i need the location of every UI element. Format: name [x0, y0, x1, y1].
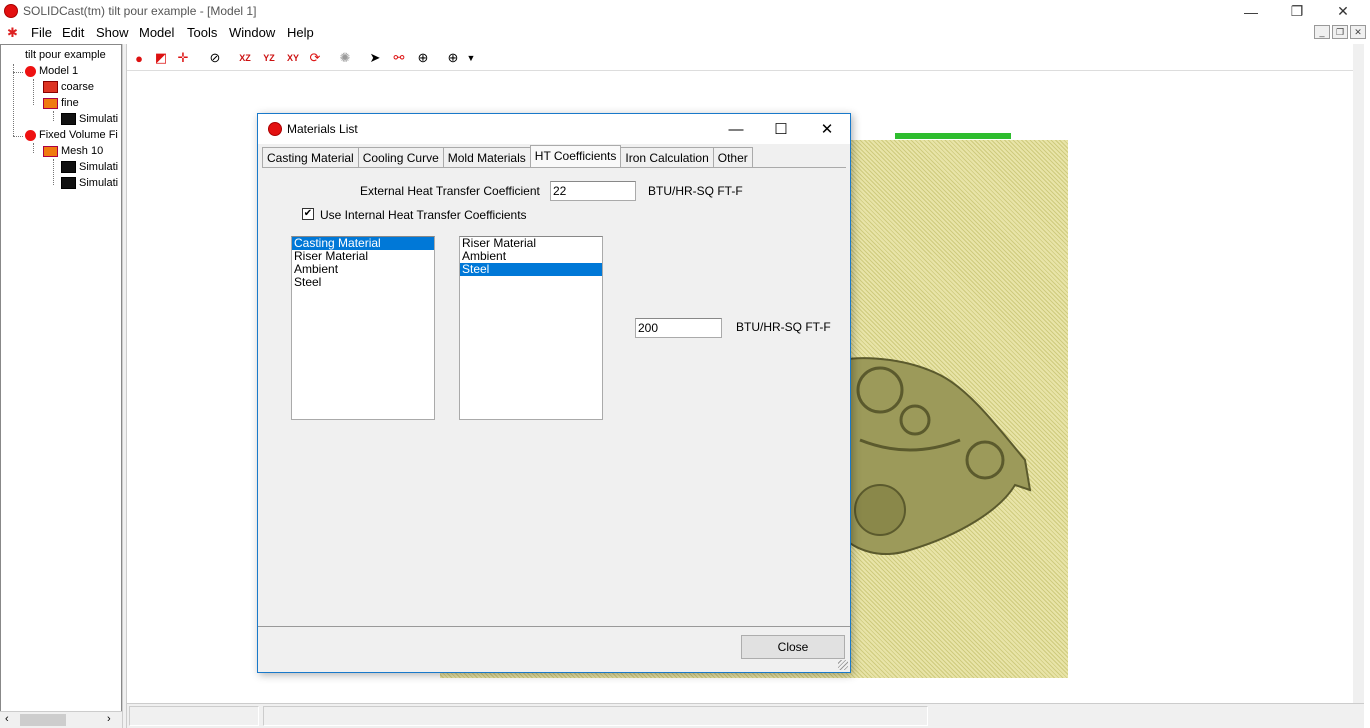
pair-htc-input[interactable]: [635, 318, 722, 338]
chevron-down-icon[interactable]: ▼: [462, 49, 480, 67]
tab-mold-materials[interactable]: Mold Materials: [442, 147, 531, 167]
model-icon: [25, 65, 36, 77]
list-item[interactable]: Steel: [292, 276, 434, 289]
materials-list-dialog: Materials List — ☐ ✕ Casting Material Co…: [257, 113, 851, 673]
mdi-restore-button[interactable]: ❐: [1332, 25, 1348, 39]
tree-label: Mesh 10: [61, 145, 104, 157]
resize-grip-icon[interactable]: [838, 660, 848, 670]
tab-ht-coefficients[interactable]: HT Coefficients: [529, 145, 622, 167]
tab-other[interactable]: Other: [712, 147, 753, 167]
tree-item-coarse[interactable]: coarse: [43, 81, 94, 93]
menu-bar: ✱ File Edit Show Model Tools Window Help: [0, 23, 1370, 42]
list-item[interactable]: Steel: [460, 263, 602, 276]
tab-iron-calculation[interactable]: Iron Calculation: [620, 147, 714, 167]
simulation-icon: [61, 161, 76, 173]
menu-model[interactable]: Model: [139, 25, 174, 40]
mesh-icon: [43, 81, 58, 93]
tree-label: Model 1: [39, 65, 79, 77]
dialog-tabs: Casting Material Cooling Curve Mold Mate…: [262, 145, 753, 167]
status-bar: [127, 703, 1364, 728]
menu-file[interactable]: File: [31, 25, 52, 40]
dialog-title-bar[interactable]: Materials List — ☐ ✕: [258, 114, 850, 144]
tab-casting-material[interactable]: Casting Material: [262, 147, 359, 167]
ht-coefficients-panel: External Heat Transfer Coefficient BTU/H…: [262, 167, 846, 625]
toolbar: ● ◩ ✛ ⊘ XZ YZ XY ⟳ ✺ ➤ ⚯ ⊕ ⊕ ▼: [127, 44, 1364, 71]
tab-cooling-curve[interactable]: Cooling Curve: [357, 147, 444, 167]
close-button[interactable]: Close: [741, 635, 845, 659]
menu-edit[interactable]: Edit: [62, 25, 84, 40]
tree-item-mesh10[interactable]: Mesh 10: [43, 145, 103, 157]
tree-label: Simulati: [79, 177, 119, 189]
riser-marker: [895, 133, 1011, 139]
scroll-thumb[interactable]: [20, 714, 66, 726]
scroll-right-icon[interactable]: ›: [107, 713, 111, 725]
use-internal-htc-label: Use Internal Heat Transfer Coefficients: [320, 208, 527, 222]
mdi-minimize-button[interactable]: _: [1314, 25, 1330, 39]
view-xz-icon[interactable]: XZ: [236, 49, 254, 67]
external-htc-input[interactable]: [550, 181, 636, 201]
model-tree: tilt pour example Model 1 coarse fine Si…: [0, 44, 122, 712]
simulation-icon: [61, 177, 76, 189]
tree-item-fixed-volume[interactable]: Fixed Volume Fi: [25, 129, 118, 141]
external-htc-unit: BTU/HR-SQ FT-F: [648, 184, 743, 198]
pointer-icon[interactable]: ➤: [366, 49, 384, 67]
tree-item-simulation[interactable]: Simulati: [61, 113, 118, 125]
zoom-menu-icon[interactable]: ⊕: [444, 49, 462, 67]
tree-item-simulation[interactable]: Simulati: [61, 177, 118, 189]
tree-label: Fixed Volume Fi: [39, 129, 118, 141]
tree-horizontal-scrollbar[interactable]: ‹ ›: [0, 711, 122, 728]
tree-item-simulation[interactable]: Simulati: [61, 161, 118, 173]
zoom-icon[interactable]: ⊕: [414, 49, 432, 67]
external-htc-label: External Heat Transfer Coefficient: [360, 184, 540, 198]
dialog-app-icon: [268, 122, 282, 136]
title-bar: SOLIDCast(tm) tilt pour example - [Model…: [0, 0, 1370, 23]
tree-label: coarse: [61, 81, 95, 93]
material-list-right[interactable]: Riser Material Ambient Steel: [459, 236, 603, 420]
menu-show[interactable]: Show: [96, 25, 129, 40]
canvas-vertical-scrollbar[interactable]: [1353, 44, 1364, 704]
view-yz-icon[interactable]: YZ: [260, 49, 278, 67]
tree-label: Simulati: [79, 161, 119, 173]
material-list-left[interactable]: Casting Material Riser Material Ambient …: [291, 236, 435, 420]
menu-help[interactable]: Help: [287, 25, 314, 40]
close-window-button[interactable]: ✕: [1320, 0, 1366, 23]
mdi-close-button[interactable]: ✕: [1350, 25, 1366, 39]
use-internal-htc-checkbox[interactable]: ✔: [302, 208, 314, 220]
light-icon[interactable]: ✺: [336, 49, 354, 67]
measure-icon[interactable]: ⚯: [390, 49, 408, 67]
tree-item-model1[interactable]: Model 1: [25, 65, 78, 77]
simulation-icon: [61, 113, 76, 125]
model-icon: [25, 129, 36, 141]
menu-window[interactable]: Window: [229, 25, 275, 40]
rotate-icon[interactable]: ⟳: [306, 49, 324, 67]
dialog-minimize-button[interactable]: —: [713, 114, 759, 144]
pair-htc-unit: BTU/HR-SQ FT-F: [736, 320, 831, 334]
app-icon: [4, 4, 18, 18]
origin-icon[interactable]: ✛: [174, 49, 192, 67]
tree-item-fine[interactable]: fine: [43, 97, 79, 109]
shape-icon[interactable]: ◩: [152, 49, 170, 67]
window-title: SOLIDCast(tm) tilt pour example - [Model…: [23, 4, 257, 18]
tree-label: Simulati: [79, 113, 119, 125]
dialog-maximize-button[interactable]: ☐: [758, 114, 804, 144]
tree-root[interactable]: tilt pour example: [25, 49, 106, 61]
menu-tools[interactable]: Tools: [187, 25, 217, 40]
mesh-folder-icon: [43, 97, 58, 109]
status-pane: [129, 706, 259, 726]
restore-button[interactable]: ❐: [1274, 0, 1320, 23]
scroll-left-icon[interactable]: ‹: [5, 713, 9, 725]
system-menu-icon[interactable]: ✱: [7, 25, 18, 41]
dialog-footer: Close: [258, 626, 850, 672]
mdi-controls: _ ❐ ✕: [1314, 25, 1366, 39]
dialog-close-x-button[interactable]: ✕: [804, 114, 850, 144]
tree-label: fine: [61, 97, 79, 109]
stop-icon[interactable]: ⊘: [206, 49, 224, 67]
minimize-button[interactable]: —: [1228, 0, 1274, 23]
casting-icon[interactable]: ●: [130, 49, 148, 67]
dialog-title: Materials List: [287, 122, 358, 136]
view-xy-icon[interactable]: XY: [284, 49, 302, 67]
status-pane: [263, 706, 928, 726]
mesh-folder-icon: [43, 145, 58, 157]
